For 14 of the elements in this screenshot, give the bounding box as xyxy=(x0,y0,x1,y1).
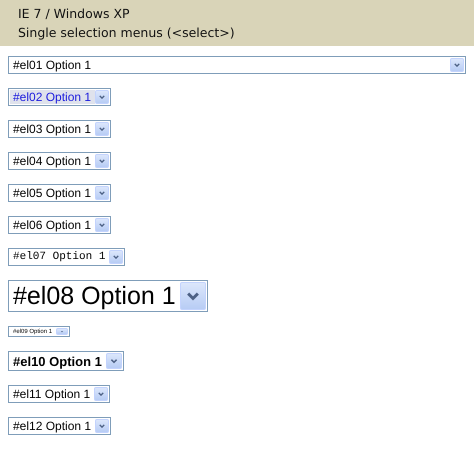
select-field[interactable]: #el08 Option 1 xyxy=(8,280,208,312)
select-field[interactable]: #el02 Option 1 xyxy=(8,88,112,106)
select-field[interactable]: #el05 Option 1 xyxy=(8,184,112,202)
select-field[interactable]: #el01 Option 1 xyxy=(8,56,466,74)
select-field[interactable]: #el12 Option 1 xyxy=(8,417,112,435)
select-field[interactable]: #el07 Option 1 xyxy=(8,248,126,266)
select-field[interactable]: #el06 Option 1 xyxy=(8,216,112,234)
dropdown-arrow-icon xyxy=(56,328,68,335)
page-subtitle: Single selection menus (<select>) xyxy=(18,25,236,41)
select-field[interactable]: #el03 Option 1 xyxy=(8,120,112,138)
select-field[interactable]: #el10 Option 1 xyxy=(8,351,124,371)
select-field[interactable]: #el11 Option 1 xyxy=(8,385,110,403)
select-field[interactable]: #el04 Option 1 xyxy=(8,152,112,170)
page-title: IE 7 / Windows XP xyxy=(18,6,131,22)
